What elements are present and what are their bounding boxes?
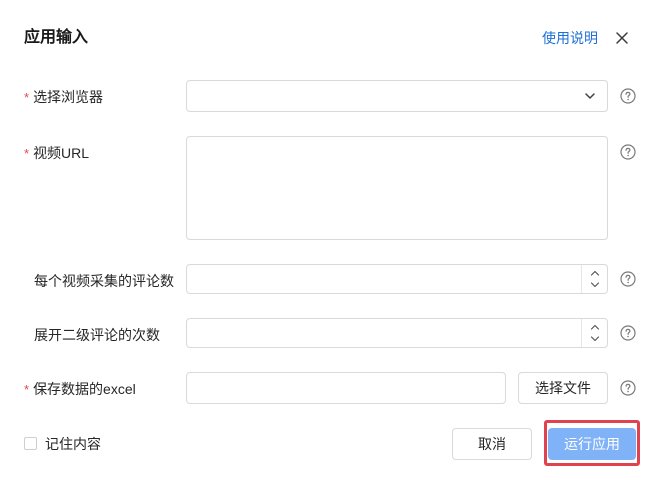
choose-file-button[interactable]: 选择文件	[518, 372, 608, 404]
number-stepper	[581, 319, 607, 347]
comments-per-video-input[interactable]	[186, 264, 608, 294]
chevron-down-icon	[585, 93, 595, 99]
dialog-title: 应用输入	[24, 29, 89, 46]
remember-label: 记住内容	[45, 436, 101, 452]
chevron-down-icon	[590, 282, 600, 288]
required-marker: *	[24, 146, 30, 161]
question-circle-icon[interactable]	[620, 271, 636, 287]
expand-second-level-label: 展开二级评论的次数	[34, 327, 160, 343]
usage-help-link[interactable]: 使用说明	[542, 28, 598, 48]
remember-checkbox[interactable]	[24, 437, 37, 450]
expand-second-level-input[interactable]	[186, 318, 608, 348]
video-url-label-text: 视频URL	[33, 145, 90, 161]
app-input-dialog: 应用输入 使用说明 * 选择浏览器 * 视频URL 每个视频采集的评论数 展开二…	[0, 0, 660, 484]
browser-select[interactable]	[186, 80, 608, 112]
run-button-highlight	[544, 420, 640, 466]
required-marker: *	[24, 382, 30, 397]
chevron-up-icon	[590, 270, 600, 276]
save-excel-label: * 保存数据的excel	[24, 379, 136, 400]
comments-per-video-label: 每个视频采集的评论数	[34, 273, 174, 289]
question-circle-icon[interactable]	[620, 144, 636, 160]
close-icon	[616, 32, 628, 44]
browser-label-text: 选择浏览器	[33, 89, 104, 105]
question-circle-icon[interactable]	[620, 88, 636, 104]
browser-label: * 选择浏览器	[24, 87, 103, 108]
question-circle-icon[interactable]	[620, 380, 636, 396]
stepper-down-button[interactable]	[582, 278, 608, 292]
stepper-down-button[interactable]	[582, 332, 608, 346]
chevron-down-icon	[590, 336, 600, 342]
close-button[interactable]	[610, 26, 634, 50]
save-excel-label-text: 保存数据的excel	[33, 381, 136, 397]
video-url-textarea[interactable]	[186, 136, 608, 240]
cancel-button[interactable]: 取消	[452, 428, 532, 460]
number-stepper	[581, 265, 607, 293]
video-url-label: * 视频URL	[24, 143, 89, 164]
excel-path-input[interactable]	[186, 372, 506, 404]
required-marker: *	[24, 90, 30, 105]
chevron-up-icon	[590, 324, 600, 330]
question-circle-icon[interactable]	[620, 325, 636, 341]
